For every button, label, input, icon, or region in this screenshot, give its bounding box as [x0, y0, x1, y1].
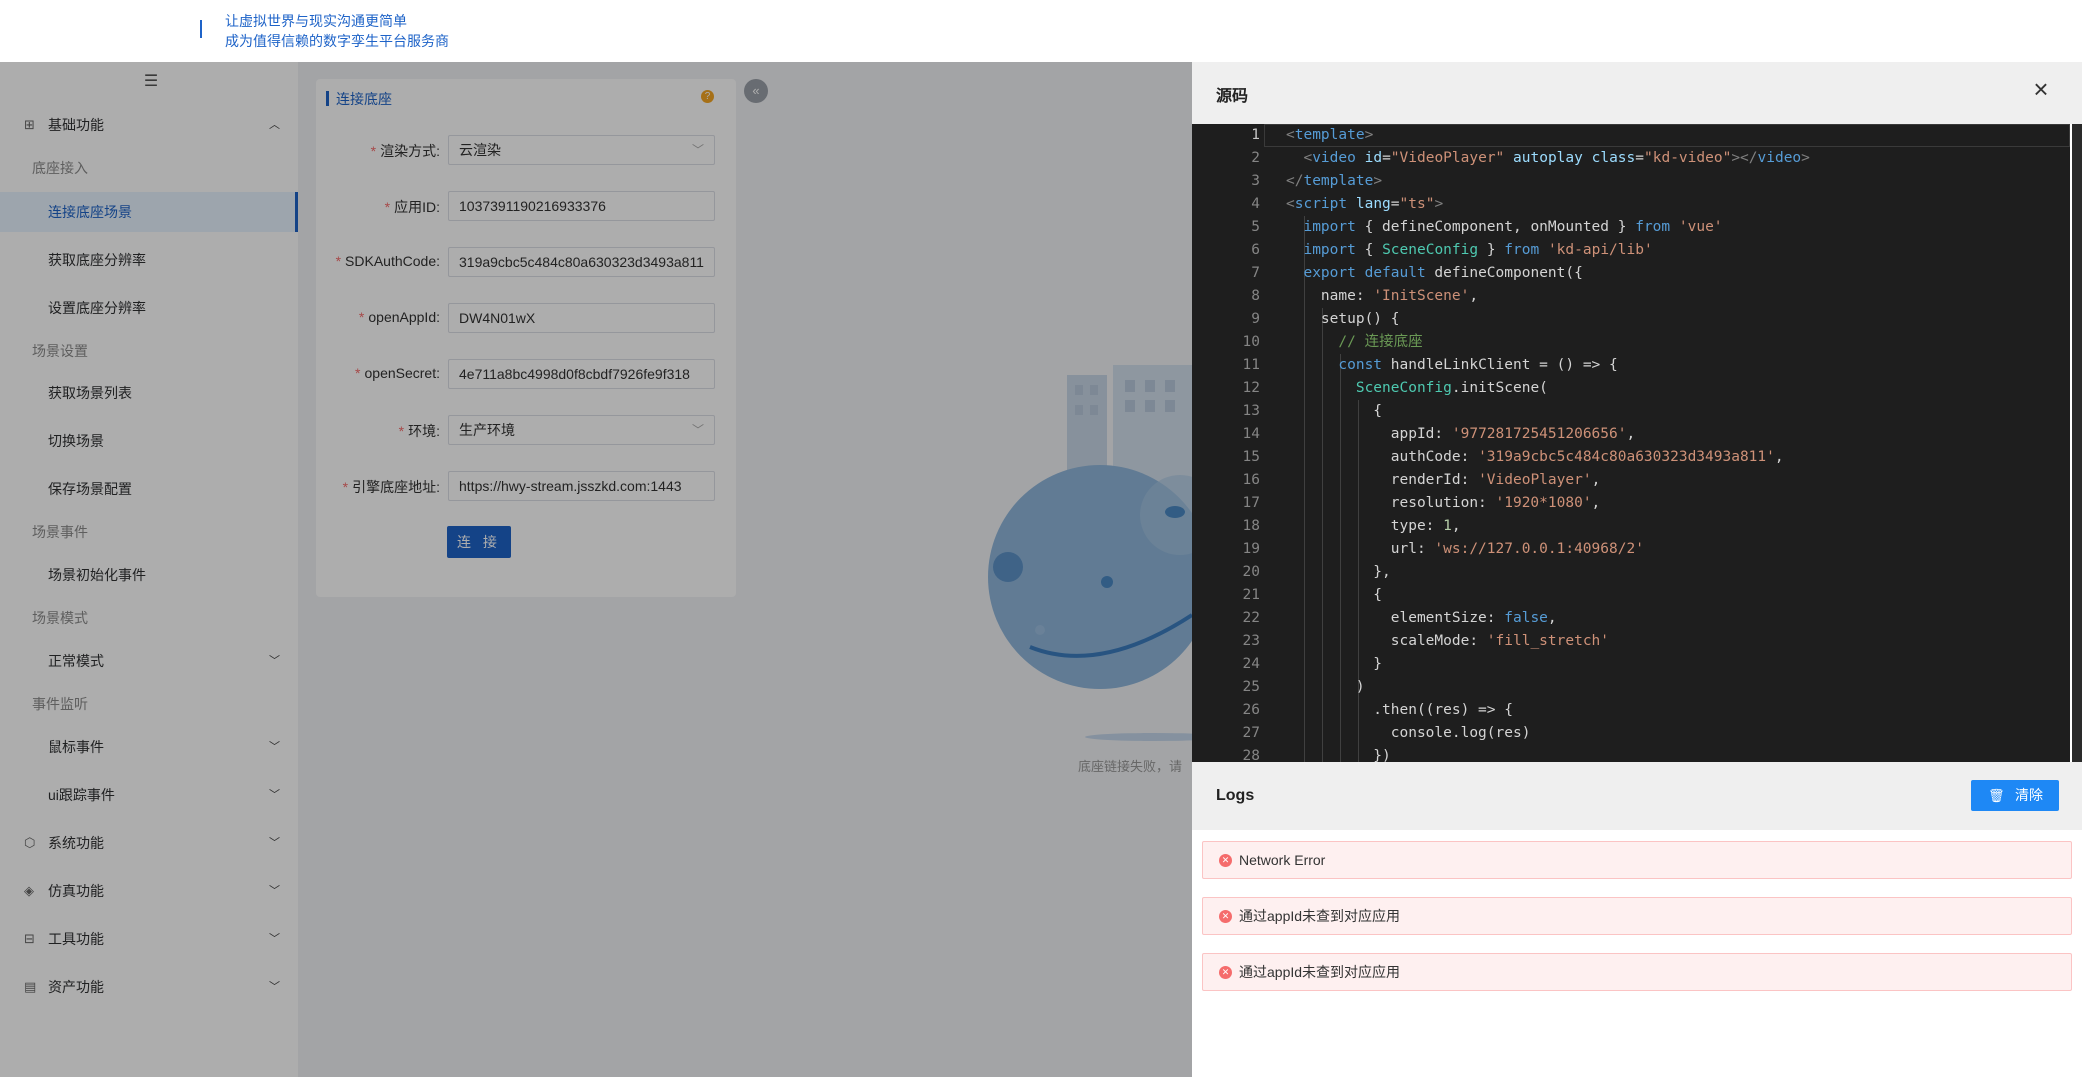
code-line: setup() { — [1286, 311, 1400, 327]
error-icon: ✕ — [1219, 910, 1232, 923]
code-line: console.log(res) — [1286, 725, 1531, 741]
slogan-line-1: 让虚拟世界与现实沟通更简单 — [225, 13, 407, 29]
line-number: 27 — [1242, 725, 1260, 741]
code-line: scaleMode: 'fill_stretch' — [1286, 633, 1610, 649]
line-number: 10 — [1242, 334, 1260, 350]
code-line: export default defineComponent({ — [1303, 265, 1583, 281]
code-line: <template> — [1286, 127, 1374, 143]
error-icon: ✕ — [1219, 854, 1232, 867]
code-line: renderId: 'VideoPlayer', — [1286, 472, 1601, 488]
code-line: { — [1286, 587, 1383, 603]
code-line: const handleLinkClient = () => { — [1338, 357, 1618, 373]
line-number: 18 — [1242, 518, 1260, 534]
code-line: }, — [1286, 564, 1391, 580]
code-line: appId: '977281725451206656', — [1286, 426, 1636, 442]
log-message: 通过appId未查到对应应用 — [1239, 908, 1401, 924]
error-icon: ✕ — [1219, 966, 1232, 979]
logs-title: Logs — [1216, 787, 1255, 804]
line-number: 14 — [1242, 426, 1260, 442]
code-line: import { defineComponent, onMounted } fr… — [1303, 219, 1723, 235]
code-line: authCode: '319a9cbc5c484c80a630323d3493a… — [1286, 449, 1784, 465]
code-line: import { SceneConfig } from 'kd-api/lib' — [1303, 242, 1653, 258]
line-number: 13 — [1242, 403, 1260, 419]
line-number: 6 — [1251, 242, 1260, 258]
line-number: 28 — [1242, 748, 1260, 762]
line-number: 3 — [1251, 173, 1260, 189]
close-icon[interactable]: × — [2028, 76, 2054, 102]
code-line: type: 1, — [1286, 518, 1461, 534]
code-line: .then((res) => { — [1286, 702, 1513, 718]
line-number: 4 — [1251, 196, 1260, 212]
code-line: // 连接底座 — [1338, 334, 1423, 350]
log-entry: ✕ Network Error — [1202, 841, 2072, 879]
line-number: 2 — [1251, 150, 1260, 166]
line-number: 9 — [1251, 311, 1260, 327]
line-number: 7 — [1251, 265, 1260, 281]
clear-logs-button[interactable]: 🗑 清除 — [1971, 780, 2059, 811]
code-line: <script lang="ts"> — [1286, 196, 1444, 212]
code-line: <video id="VideoPlayer" autoplay class="… — [1303, 150, 1810, 166]
source-header — [1192, 62, 2082, 124]
editor-scrollbar[interactable] — [2072, 124, 2082, 762]
slogan-line-2: 成为值得信赖的数字孪生平台服务商 — [225, 33, 449, 49]
line-number: 12 — [1242, 380, 1260, 396]
code-line: { — [1286, 403, 1383, 419]
line-number: 16 — [1242, 472, 1260, 488]
line-number: 26 — [1242, 702, 1260, 718]
code-line: ) — [1286, 679, 1365, 695]
line-number: 20 — [1242, 564, 1260, 580]
header-divider — [200, 20, 202, 38]
current-line-highlight — [1264, 124, 2070, 147]
code-line: name: 'InitScene', — [1286, 288, 1479, 304]
code-line: SceneConfig.initScene( — [1355, 380, 1548, 396]
code-line: elementSize: false, — [1286, 610, 1557, 626]
line-number: 1 — [1251, 127, 1260, 143]
line-number: 17 — [1242, 495, 1260, 511]
log-entry: ✕ 通过appId未查到对应应用 — [1202, 953, 2072, 991]
code-line: </template> — [1286, 173, 1383, 189]
line-number: 22 — [1242, 610, 1260, 626]
modal-overlay[interactable] — [0, 62, 1192, 1077]
line-number: 25 — [1242, 679, 1260, 695]
log-message: 通过appId未查到对应应用 — [1239, 964, 1401, 980]
clear-label: 清除 — [2015, 787, 2043, 803]
code-line: }) — [1286, 748, 1391, 762]
log-message: Network Error — [1239, 852, 1326, 868]
line-number: 15 — [1242, 449, 1260, 465]
line-number: 21 — [1242, 587, 1260, 603]
code-line: resolution: '1920*1080', — [1286, 495, 1601, 511]
line-number: 5 — [1251, 219, 1260, 235]
code-line: url: 'ws://127.0.0.1:40968/2' — [1286, 541, 1644, 557]
source-title: 源码 — [1216, 88, 1249, 105]
line-number: 24 — [1242, 656, 1260, 672]
trash-icon: 🗑 — [1988, 788, 2005, 803]
code-line: } — [1286, 656, 1383, 672]
line-number: 8 — [1251, 288, 1260, 304]
logs-header — [1192, 762, 2082, 830]
log-entry: ✕ 通过appId未查到对应应用 — [1202, 897, 2072, 935]
line-number: 11 — [1242, 357, 1260, 373]
line-number: 19 — [1242, 541, 1260, 557]
line-number: 23 — [1242, 633, 1260, 649]
